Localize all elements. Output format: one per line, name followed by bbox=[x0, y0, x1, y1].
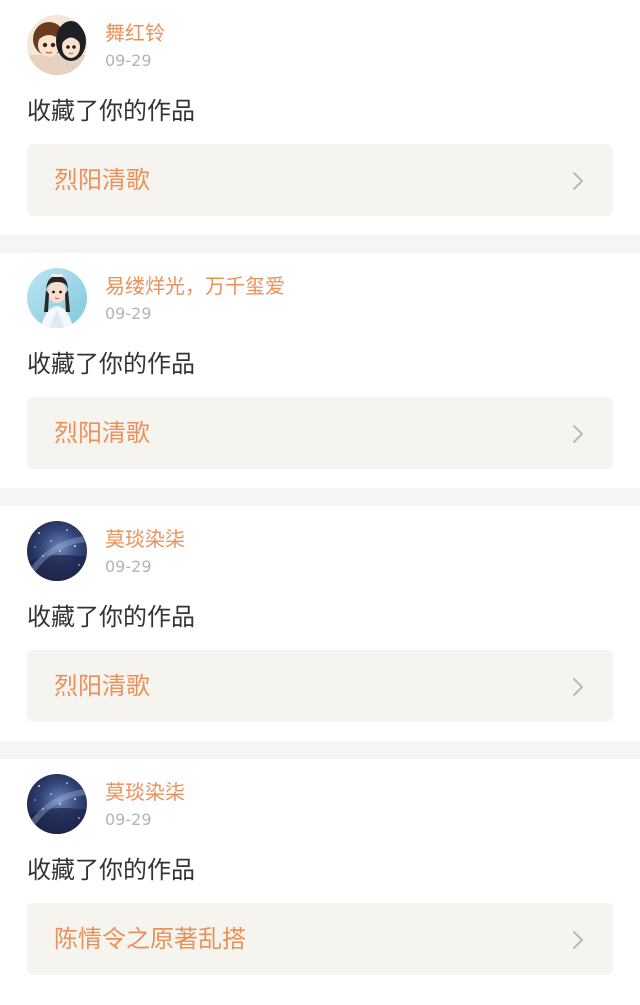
starry-sky-avatar-image bbox=[27, 521, 87, 581]
work-link[interactable]: 烈阳清歌 bbox=[27, 144, 613, 216]
chevron-right-icon bbox=[571, 929, 585, 951]
work-link[interactable]: 烈阳清歌 bbox=[27, 650, 613, 722]
avatar[interactable] bbox=[27, 521, 87, 581]
anime-girls-avatar-image bbox=[27, 15, 87, 75]
work-title: 烈阳清歌 bbox=[54, 419, 150, 447]
notification-item: 莫琰染柒 09-29 收藏了你的作品 陈情令之原著乱搭 bbox=[0, 759, 640, 994]
starry-sky-avatar-image bbox=[27, 774, 87, 834]
costume-character-avatar-image bbox=[27, 268, 87, 328]
notification-item: 易缕烊光，万千玺爱 09-29 收藏了你的作品 烈阳清歌 bbox=[0, 253, 640, 488]
chevron-right-icon bbox=[571, 676, 585, 698]
username[interactable]: 易缕烊光，万千玺爱 bbox=[105, 273, 285, 299]
separator bbox=[0, 741, 640, 759]
timestamp: 09-29 bbox=[105, 557, 152, 576]
timestamp: 09-29 bbox=[105, 51, 152, 70]
separator bbox=[0, 235, 640, 253]
avatar[interactable] bbox=[27, 15, 87, 75]
username[interactable]: 莫琰染柒 bbox=[105, 526, 185, 552]
separator bbox=[0, 488, 640, 506]
notification-feed: 舞红铃 09-29 收藏了你的作品 烈阳清歌 易缕烊光，万千玺爱 09-29 收… bbox=[0, 0, 640, 994]
work-link[interactable]: 陈情令之原著乱搭 bbox=[27, 903, 613, 975]
work-title: 陈情令之原著乱搭 bbox=[54, 925, 246, 953]
action-text: 收藏了你的作品 bbox=[27, 856, 195, 884]
work-title: 烈阳清歌 bbox=[54, 672, 150, 700]
notification-item: 舞红铃 09-29 收藏了你的作品 烈阳清歌 bbox=[0, 0, 640, 235]
work-title: 烈阳清歌 bbox=[54, 166, 150, 194]
timestamp: 09-29 bbox=[105, 304, 152, 323]
avatar[interactable] bbox=[27, 774, 87, 834]
action-text: 收藏了你的作品 bbox=[27, 97, 195, 125]
username[interactable]: 舞红铃 bbox=[105, 20, 165, 46]
chevron-right-icon bbox=[571, 170, 585, 192]
chevron-right-icon bbox=[571, 423, 585, 445]
work-link[interactable]: 烈阳清歌 bbox=[27, 397, 613, 469]
username[interactable]: 莫琰染柒 bbox=[105, 779, 185, 805]
action-text: 收藏了你的作品 bbox=[27, 603, 195, 631]
timestamp: 09-29 bbox=[105, 810, 152, 829]
avatar[interactable] bbox=[27, 268, 87, 328]
action-text: 收藏了你的作品 bbox=[27, 350, 195, 378]
notification-item: 莫琰染柒 09-29 收藏了你的作品 烈阳清歌 bbox=[0, 506, 640, 741]
